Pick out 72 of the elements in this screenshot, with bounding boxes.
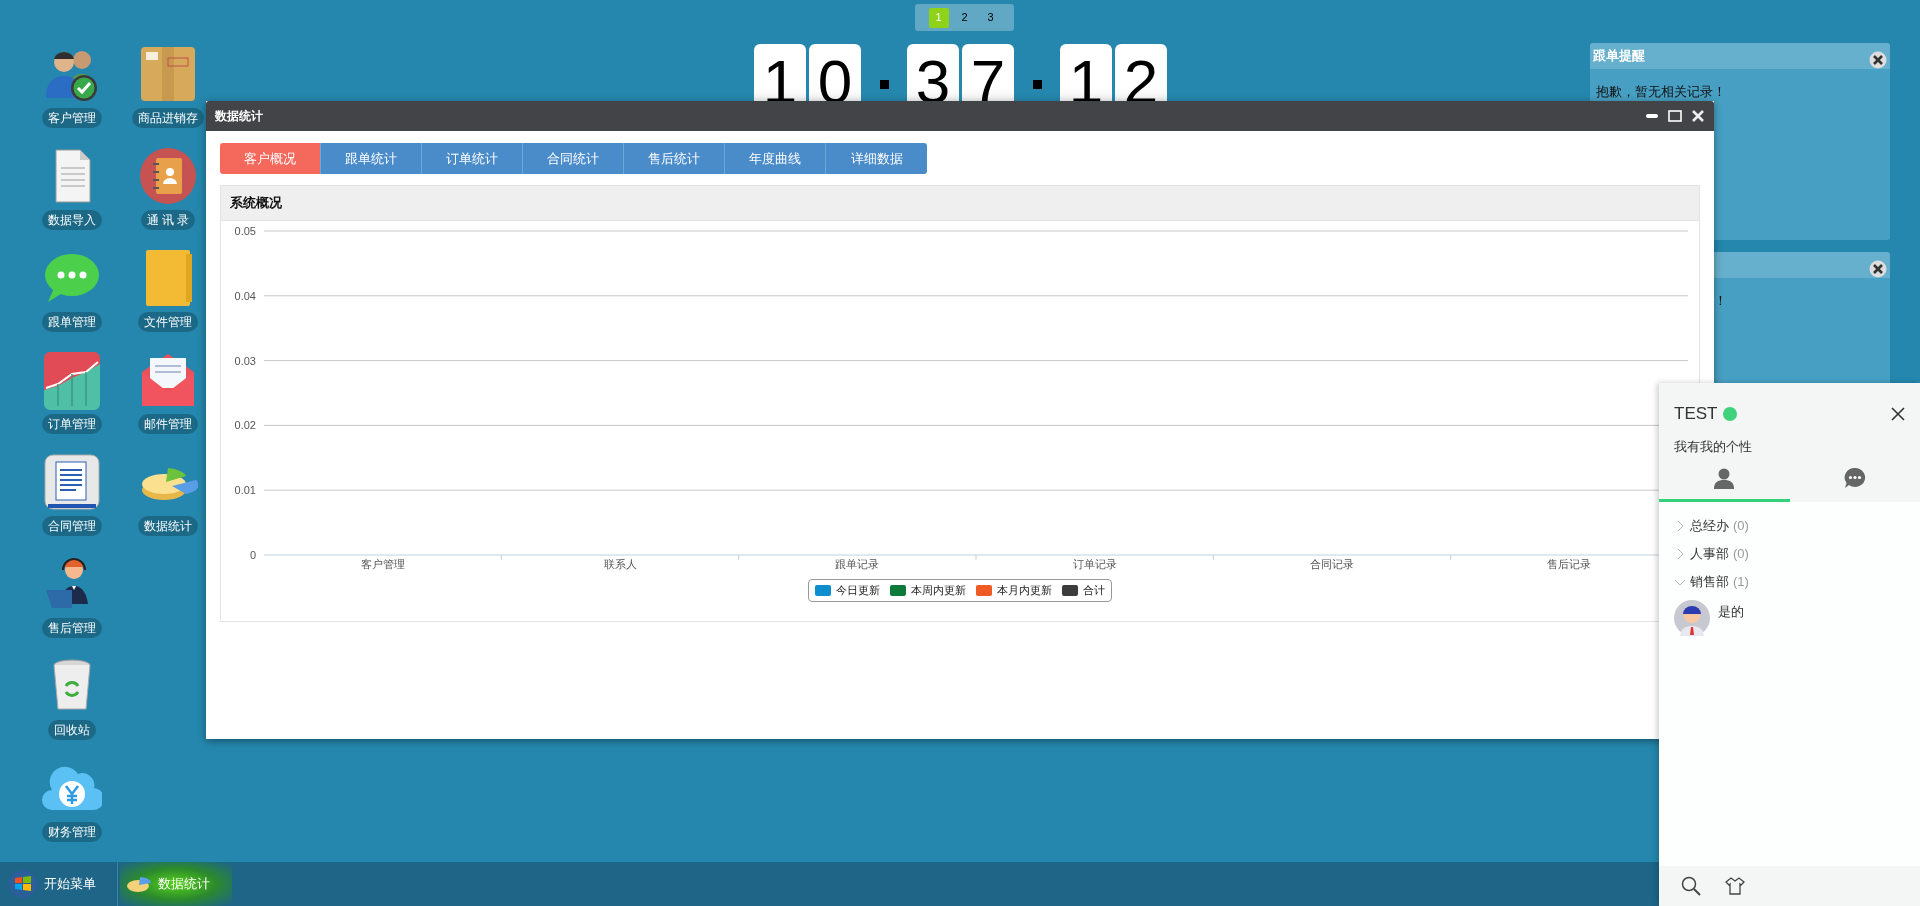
user-signature: 我有我的个性 (1674, 437, 1753, 456)
reminder-message: 抱歉，暂无相关记录！ (1596, 84, 1726, 99)
maximize-icon[interactable] (1668, 110, 1682, 122)
user-name: TEST (1674, 403, 1718, 425)
tab[interactable]: 合同统计 (523, 143, 624, 174)
legend-label: 合计 (1083, 583, 1105, 598)
panel-title: 系统概况 (230, 194, 282, 213)
category-label: 合同记录 (1310, 558, 1354, 570)
contact-item[interactable]: 是的 (1674, 596, 1905, 640)
chat-bubble-icon (1843, 466, 1866, 489)
reminder-message: ！ (1714, 293, 1727, 308)
tab[interactable]: 订单统计 (422, 143, 523, 174)
line-chart-icon (42, 350, 102, 410)
category-label: 联系人 (603, 558, 637, 570)
axis-tick-label: 0.03 (234, 354, 256, 367)
window-title: 数据统计 (215, 108, 263, 125)
category-label: 订单记录 (1072, 558, 1117, 570)
group-name: 销售部 (1690, 573, 1729, 592)
desktop-icon-label[interactable]: 客户管理 (42, 108, 102, 128)
cardboard-box-icon (138, 44, 198, 104)
desktop-icon-label[interactable]: 合同管理 (42, 516, 102, 536)
desktop-icon-label[interactable]: 售后管理 (42, 618, 102, 638)
contract-document-icon (42, 452, 102, 512)
tab[interactable]: 售后统计 (624, 143, 725, 174)
close-icon[interactable] (1891, 406, 1905, 421)
pie-chart-icon (126, 875, 152, 893)
axis-tick-label: 0.05 (234, 225, 256, 237)
axis-tick-label: 0.02 (234, 419, 256, 432)
desktop-icon-label[interactable]: 通 讯 录 (140, 210, 196, 230)
page-button[interactable]: 3 (980, 7, 1001, 28)
desktop-icon-label[interactable]: 商品进销存 (132, 108, 204, 128)
category-label: 客户管理 (360, 558, 405, 570)
legend-label: 今日更新 (836, 583, 880, 598)
reminder-title: 跟单提醒 (1593, 47, 1645, 66)
tab[interactable]: 年度曲线 (725, 143, 826, 174)
axis-tick-label: 0.04 (234, 289, 256, 302)
close-icon[interactable] (1869, 260, 1887, 278)
shirt-icon[interactable] (1725, 877, 1745, 895)
desktop-icon-label[interactable]: 文件管理 (138, 312, 198, 332)
windows-logo-icon (8, 869, 38, 899)
address-book-icon (138, 146, 198, 206)
minimize-icon[interactable] (1645, 113, 1659, 119)
axis-tick-label: 0.01 (234, 484, 256, 497)
contact-name: 是的 (1718, 603, 1744, 621)
person-icon (1713, 466, 1736, 489)
contact-group[interactable]: 总经办 (0) (1674, 512, 1905, 540)
desktop-icon-label[interactable]: 数据统计 (138, 516, 198, 536)
desktop-icon-label[interactable]: 财务管理 (42, 822, 102, 842)
category-label: 售后记录 (1547, 558, 1592, 570)
avatar-icon (1674, 600, 1710, 636)
desktop-icon-label[interactable]: 回收站 (48, 720, 96, 740)
search-icon[interactable] (1681, 876, 1701, 896)
desktop-icon-label[interactable]: 邮件管理 (138, 414, 198, 434)
page-button[interactable]: 2 (954, 7, 975, 28)
contact-group[interactable]: 销售部 (1) (1674, 568, 1905, 596)
tab[interactable]: 详细数据 (826, 143, 927, 174)
group-name: 总经办 (1690, 517, 1729, 536)
contact-group[interactable]: 人事部 (0) (1674, 540, 1905, 568)
axis-tick-label: 0 (249, 549, 256, 561)
legend-label: 本周内更新 (911, 583, 966, 598)
tab[interactable]: 跟单统计 (321, 143, 422, 174)
category-label: 跟单记录 (835, 558, 880, 570)
desktop-icon-label[interactable]: 跟单管理 (42, 312, 102, 332)
desktop-icon-label[interactable]: 订单管理 (42, 414, 102, 434)
desktop-icon-label[interactable]: 数据导入 (42, 210, 102, 230)
group-count: (1) (1733, 573, 1749, 592)
start-menu-button[interactable]: 开始菜单 (0, 862, 118, 906)
group-count: (0) (1733, 517, 1749, 536)
legend-label: 本月内更新 (997, 583, 1052, 598)
group-count: (0) (1733, 545, 1749, 564)
group-name: 人事部 (1690, 545, 1729, 564)
close-icon[interactable] (1869, 51, 1887, 69)
